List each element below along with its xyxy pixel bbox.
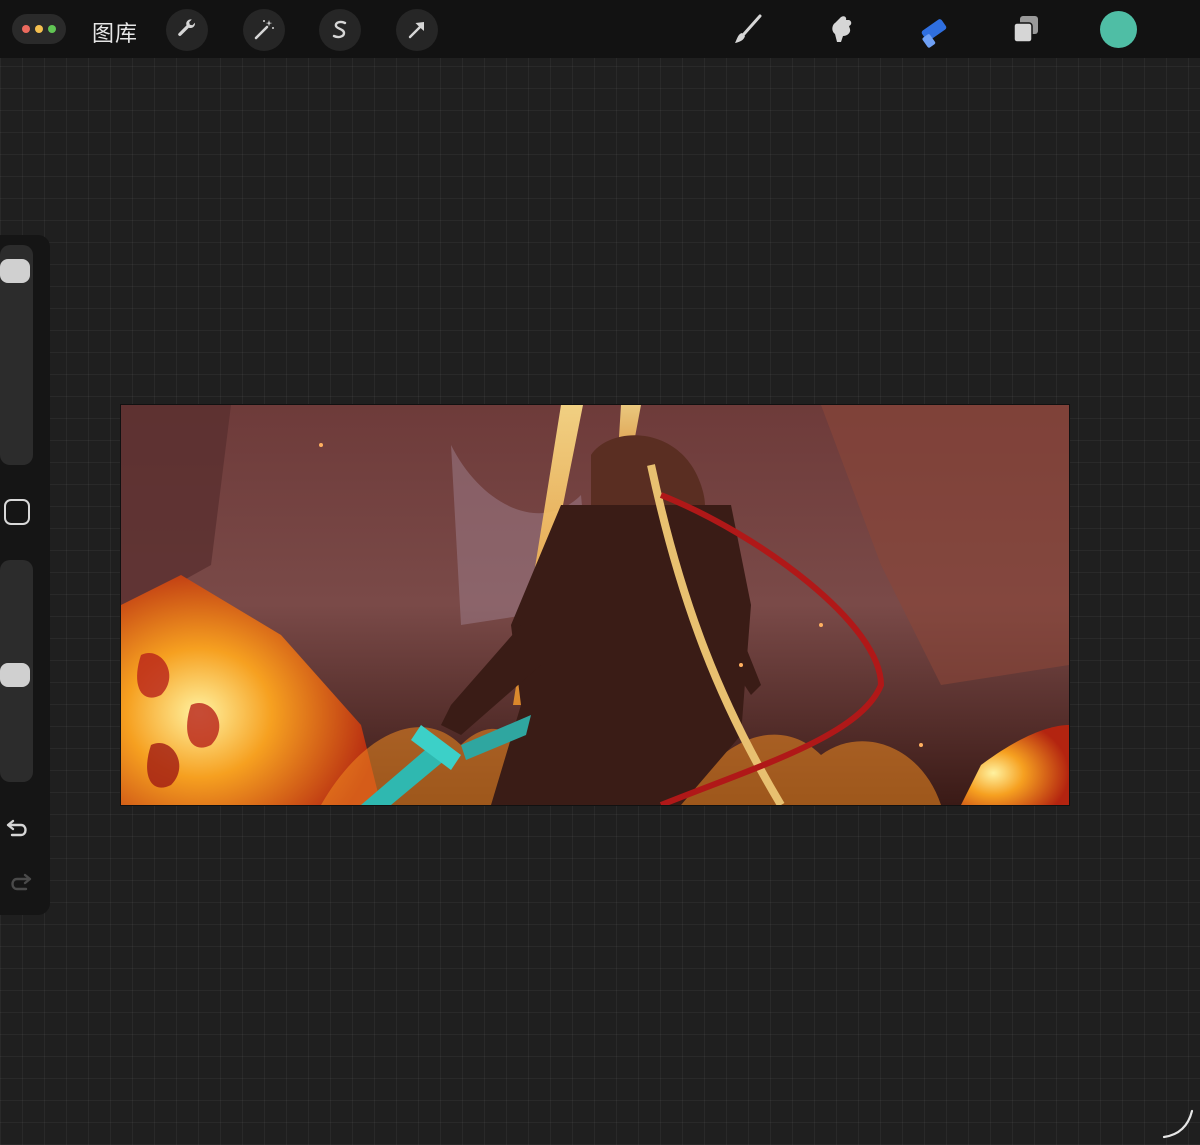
arrow-cursor-icon (408, 22, 424, 39)
dot-green-icon (48, 25, 56, 33)
resize-corner-icon (1162, 1109, 1194, 1139)
smudge-icon (832, 16, 852, 42)
selection-s-icon (332, 20, 347, 39)
brush-size-thumb[interactable] (0, 259, 30, 283)
left-sidebar (0, 235, 50, 915)
eraser-icon (921, 19, 947, 48)
artwork-canvas[interactable] (121, 405, 1069, 805)
brush-icon (735, 14, 762, 43)
dot-red-icon (22, 25, 30, 33)
gallery-button[interactable]: 图库 (92, 16, 138, 48)
adjustments-button[interactable] (243, 9, 285, 51)
undo-icon[interactable] (4, 813, 34, 843)
brush-button[interactable] (728, 10, 768, 50)
wrench-icon (178, 19, 196, 36)
selection-button[interactable] (319, 9, 361, 51)
redo-icon[interactable] (4, 867, 34, 897)
dot-yellow-icon (35, 25, 43, 33)
magic-wand-icon (254, 20, 274, 40)
color-picker-button[interactable] (1100, 11, 1137, 48)
opacity-thumb[interactable] (0, 663, 30, 687)
artwork-image (121, 405, 1069, 805)
top-toolbar: 图库 (0, 0, 1200, 58)
layers-icon (1013, 16, 1038, 43)
layers-button[interactable] (1006, 10, 1046, 50)
window-controls-button[interactable] (12, 14, 66, 44)
transform-button[interactable] (396, 9, 438, 51)
actions-button[interactable] (166, 9, 208, 51)
eraser-button[interactable] (913, 10, 953, 50)
modify-button[interactable] (4, 499, 30, 525)
smudge-button[interactable] (821, 10, 861, 50)
